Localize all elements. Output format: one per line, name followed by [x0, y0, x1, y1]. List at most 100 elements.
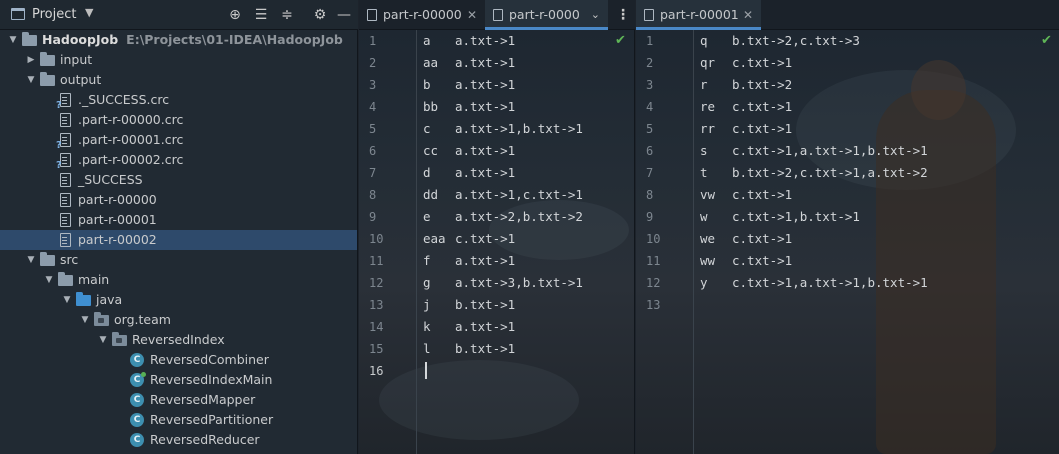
collapse-all-icon[interactable]: ≑: [277, 5, 297, 25]
chevron-down-icon[interactable]: ▼: [80, 310, 90, 330]
code-line[interactable]: dd a.txt->1,c.txt->1: [423, 184, 583, 206]
tree-item-src[interactable]: ▼ src: [0, 250, 357, 270]
code-line[interactable]: k a.txt->1: [423, 316, 515, 338]
index-key: bb: [423, 99, 439, 114]
tree-item-java[interactable]: ▼ java: [0, 290, 357, 310]
tree-item-part-r-00002[interactable]: part-r-00002: [0, 230, 357, 250]
tree-item-part-r-00000-crc[interactable]: .part-r-00000.crc: [0, 110, 357, 130]
code-line[interactable]: vw c.txt->1: [700, 184, 792, 206]
text-caret: [425, 362, 427, 379]
line-number: 10: [369, 232, 384, 246]
project-panel: Project ▼ ⊕ ☰ ≑ ⚙ — ▼ HadoopJob E:\Project…: [0, 0, 358, 454]
expand-all-icon[interactable]: ☰: [251, 5, 271, 25]
tree-item-reversedcombiner[interactable]: C ReversedCombiner: [0, 350, 357, 370]
code-line[interactable]: cc a.txt->1: [423, 140, 515, 162]
line-number: 3: [369, 78, 377, 92]
line-number: 4: [369, 100, 377, 114]
chevron-right-icon[interactable]: ▶: [26, 50, 36, 70]
package-icon: [112, 332, 127, 346]
close-icon[interactable]: ✕: [743, 0, 753, 30]
code-line[interactable]: qr c.txt->1: [700, 52, 792, 74]
tree-item-reversedmapper[interactable]: C ReversedMapper: [0, 390, 357, 410]
tab-part-r-0000-active[interactable]: part-r-0000 ⌄: [485, 0, 608, 30]
tree-item-reversedpartitioner[interactable]: C ReversedPartitioner: [0, 410, 357, 430]
tree-item-part-r-00000[interactable]: part-r-00000: [0, 190, 357, 210]
code-line[interactable]: g a.txt->3,b.txt->1: [423, 272, 583, 294]
tree-item-part-r-00002-crc[interactable]: .part-r-00002.crc: [0, 150, 357, 176]
chevron-down-icon[interactable]: ▼: [85, 6, 93, 19]
locate-icon[interactable]: ⊕: [225, 5, 245, 25]
more-icon[interactable]: ⋮: [615, 0, 631, 30]
tab-part-r-00000[interactable]: part-r-00000 ✕: [359, 0, 485, 30]
code-line[interactable]: re c.txt->1: [700, 96, 792, 118]
index-key: re: [700, 99, 716, 114]
chevron-down-icon[interactable]: ▼: [44, 270, 54, 290]
tree-item-input[interactable]: ▶ input: [0, 50, 357, 70]
chevron-down-icon[interactable]: ⌄: [591, 0, 600, 30]
tree-item-success[interactable]: _SUCCESS: [0, 170, 357, 190]
code-line[interactable]: j b.txt->1: [423, 294, 515, 316]
code-line[interactable]: t b.txt->2,c.txt->1,a.txt->2: [700, 162, 928, 184]
left-editor[interactable]: 1 2 3 4 5 6 7 8 9 10 11 12 13 14 15 16 ✔ a a.txt->1 aa a.t…: [359, 30, 635, 454]
chevron-down-icon[interactable]: ▼: [26, 70, 36, 90]
chevron-down-icon[interactable]: ▼: [98, 330, 108, 350]
tree-item-hadoopjob[interactable]: ▼ HadoopJob E:\Projects\01-IDEA\HadoopJob: [0, 30, 357, 50]
code-line[interactable]: q b.txt->2,c.txt->3: [700, 30, 860, 52]
code-line[interactable]: y c.txt->1,a.txt->1,b.txt->1: [700, 272, 928, 294]
code-line[interactable]: rr c.txt->1: [700, 118, 792, 140]
index-key: a: [423, 33, 431, 48]
tree-item-reversedreducer[interactable]: C ReversedReducer: [0, 430, 357, 450]
tree-item-main[interactable]: ▼ main: [0, 270, 357, 290]
chevron-down-icon[interactable]: ▼: [62, 290, 72, 310]
chevron-down-icon[interactable]: ▼: [26, 250, 36, 270]
code-line[interactable]: c a.txt->1,b.txt->1: [423, 118, 583, 140]
line-number: 9: [646, 210, 654, 224]
tree-item-reversedindex[interactable]: ▼ ReversedIndex: [0, 330, 357, 350]
minimize-icon[interactable]: —: [334, 5, 354, 25]
tab-part-r-00001[interactable]: part-r-00001 ✕: [636, 0, 761, 30]
chevron-down-icon[interactable]: ▼: [8, 30, 18, 50]
tree-item-org-team[interactable]: ▼ org.team: [0, 310, 357, 330]
tree-item-label: .part-r-00000.crc: [78, 112, 184, 127]
code-line[interactable]: bb a.txt->1: [423, 96, 515, 118]
tree-item-part-r-00001-crc[interactable]: .part-r-00001.crc: [0, 130, 357, 156]
line-number: 11: [369, 254, 384, 268]
code-line[interactable]: a a.txt->1: [423, 30, 515, 52]
tree-item-reversedindexmain[interactable]: C ReversedIndexMain: [0, 370, 357, 390]
line-number: 7: [369, 166, 377, 180]
line-number: 8: [369, 188, 377, 202]
unknown-file-icon: [56, 93, 71, 116]
code-line[interactable]: eaa c.txt->1: [423, 228, 515, 250]
folder-icon: [40, 72, 55, 86]
index-key: q: [700, 33, 708, 48]
code-line[interactable]: r b.txt->2: [700, 74, 792, 96]
index-key: ww: [700, 253, 716, 268]
code-line[interactable]: w c.txt->1,b.txt->1: [700, 206, 860, 228]
right-editor[interactable]: 1 2 3 4 5 6 7 8 9 10 11 12 13 ✔ q b.txt->2,c.txt->3 qr…: [636, 30, 1059, 454]
code-line[interactable]: aa a.txt->1: [423, 52, 515, 74]
code-line[interactable]: d a.txt->1: [423, 162, 515, 184]
tree-item-part-r-00001[interactable]: part-r-00001: [0, 210, 357, 230]
index-postings: a.txt->2,b.txt->2: [455, 209, 583, 224]
java-class-icon: C: [130, 393, 144, 407]
text-file-icon: [493, 9, 503, 21]
code-line[interactable]: ww c.txt->1: [700, 250, 792, 272]
java-class-icon: C: [130, 353, 144, 367]
line-number: 13: [646, 298, 661, 312]
code-line[interactable]: s c.txt->1,a.txt->1,b.txt->1: [700, 140, 928, 162]
tab-label: part-r-00001: [660, 7, 739, 22]
code-line[interactable]: l b.txt->1: [423, 338, 515, 360]
index-postings: c.txt->1,a.txt->1,b.txt->1: [732, 143, 928, 158]
code-line[interactable]: e a.txt->2,b.txt->2: [423, 206, 583, 228]
line-number: 12: [646, 276, 661, 290]
close-icon[interactable]: ✕: [467, 0, 477, 30]
check-icon: ✔: [1041, 33, 1052, 48]
code-line[interactable]: f a.txt->1: [423, 250, 515, 272]
index-postings: a.txt->1: [455, 165, 516, 180]
code-line[interactable]: b a.txt->1: [423, 74, 515, 96]
tree-item-output[interactable]: ▼ output: [0, 70, 357, 90]
tree-item-success-crc[interactable]: ._SUCCESS.crc: [0, 90, 357, 116]
project-panel-title[interactable]: Project: [32, 7, 76, 22]
gear-icon[interactable]: ⚙: [310, 5, 330, 25]
code-line[interactable]: we c.txt->1: [700, 228, 792, 250]
